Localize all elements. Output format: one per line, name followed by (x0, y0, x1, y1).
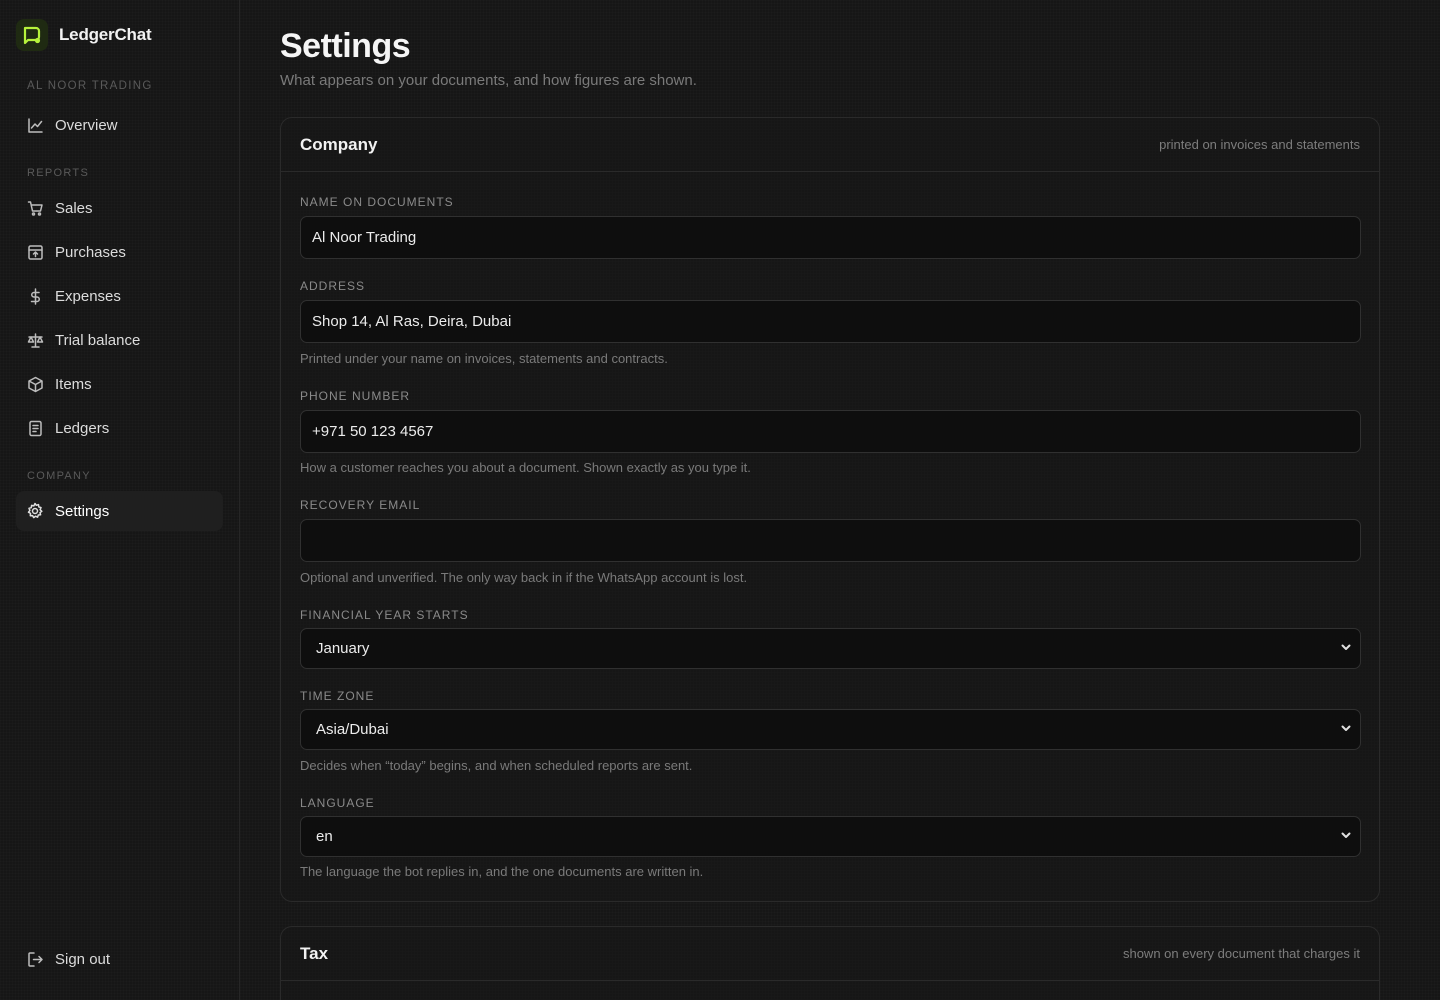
line-chart-icon (26, 116, 44, 134)
chevron-down-icon (1340, 828, 1352, 846)
time-zone-value: Asia/Dubai (316, 721, 389, 738)
sign-out-button[interactable]: Sign out (16, 939, 223, 979)
sidebar-item-ledgers[interactable]: Ledgers (16, 408, 223, 448)
language-select[interactable]: en (300, 816, 1361, 857)
dollar-icon (26, 287, 44, 305)
inbox-icon (26, 243, 44, 261)
company-card-title: Company (300, 134, 378, 154)
tax-card-header: Tax shown on every document that charges… (281, 927, 1379, 981)
sidebar-item-trial-balance[interactable]: Trial balance (16, 320, 223, 360)
company-card-note: printed on invoices and statements (1159, 137, 1360, 152)
language-help: The language the bot replies in, and the… (300, 864, 704, 879)
sidebar-item-label: Expenses (55, 287, 121, 305)
chevron-down-icon (1340, 640, 1352, 658)
box-icon (26, 375, 44, 393)
phone-number-label: PHONE NUMBER (300, 389, 411, 403)
language-value: en (316, 828, 333, 845)
sidebar-item-expenses[interactable]: Expenses (16, 276, 223, 316)
phone-number-help: How a customer reaches you about a docum… (300, 460, 751, 475)
name-on-documents-label: NAME ON DOCUMENTS (300, 195, 454, 209)
sign-out-label: Sign out (55, 950, 111, 968)
financial-year-value: January (316, 640, 370, 657)
time-zone-label: TIME ZONE (300, 689, 375, 703)
tax-card: Tax shown on every document that charges… (280, 926, 1380, 1000)
sign-out-icon (26, 950, 44, 968)
sidebar-item-settings[interactable]: Settings (16, 491, 223, 531)
scale-icon (26, 331, 44, 349)
language-label: LANGUAGE (300, 796, 375, 810)
recovery-email-input[interactable] (300, 519, 1361, 562)
recovery-email-help: Optional and unverified. The only way ba… (300, 570, 748, 585)
time-zone-help: Decides when “today” begins, and when sc… (300, 758, 693, 773)
sidebar-item-label: Sales (55, 199, 93, 217)
address-input[interactable] (300, 300, 1361, 343)
cart-icon (26, 199, 44, 217)
chevron-down-icon (1340, 721, 1352, 739)
address-help: Printed under your name on invoices, sta… (300, 351, 668, 366)
financial-year-label: FINANCIAL YEAR STARTS (300, 608, 469, 622)
sidebar-item-label: Trial balance (55, 331, 141, 349)
sidebar-item-sales[interactable]: Sales (16, 188, 223, 228)
brand[interactable]: LedgerChat (16, 19, 152, 51)
sidebar-item-label: Overview (55, 116, 118, 134)
org-name: AL NOOR TRADING (27, 80, 153, 92)
financial-year-select[interactable]: January (300, 628, 1361, 669)
phone-number-input[interactable] (300, 410, 1361, 453)
time-zone-select[interactable]: Asia/Dubai (300, 709, 1361, 750)
sidebar-item-label: Purchases (55, 243, 126, 261)
page-subtitle: What appears on your documents, and how … (280, 72, 697, 89)
sidebar-item-label: Items (55, 375, 92, 393)
company-card: Company printed on invoices and statemen… (280, 117, 1380, 902)
ledgerchat-logo-icon (16, 19, 48, 51)
company-card-header: Company printed on invoices and statemen… (281, 118, 1379, 172)
tax-card-title: Tax (300, 943, 329, 963)
ledger-icon (26, 419, 44, 437)
company-section-label: COMPANY (27, 470, 91, 482)
page-title: Settings (280, 27, 411, 65)
brand-name: LedgerChat (59, 25, 152, 44)
gear-icon (26, 502, 44, 520)
reports-section-label: REPORTS (27, 167, 90, 179)
sidebar-item-label: Settings (55, 502, 110, 520)
sidebar-item-items[interactable]: Items (16, 364, 223, 404)
sidebar-item-label: Ledgers (55, 419, 110, 437)
tax-card-note: shown on every document that charges it (1122, 946, 1360, 961)
name-on-documents-input[interactable] (300, 216, 1361, 259)
sidebar-item-purchases[interactable]: Purchases (16, 232, 223, 272)
sidebar-item-overview[interactable]: Overview (16, 105, 223, 145)
address-label: ADDRESS (300, 279, 366, 293)
sidebar: LedgerChat AL NOOR TRADING Overview REPO… (0, 0, 240, 1000)
recovery-email-label: RECOVERY EMAIL (300, 498, 421, 512)
